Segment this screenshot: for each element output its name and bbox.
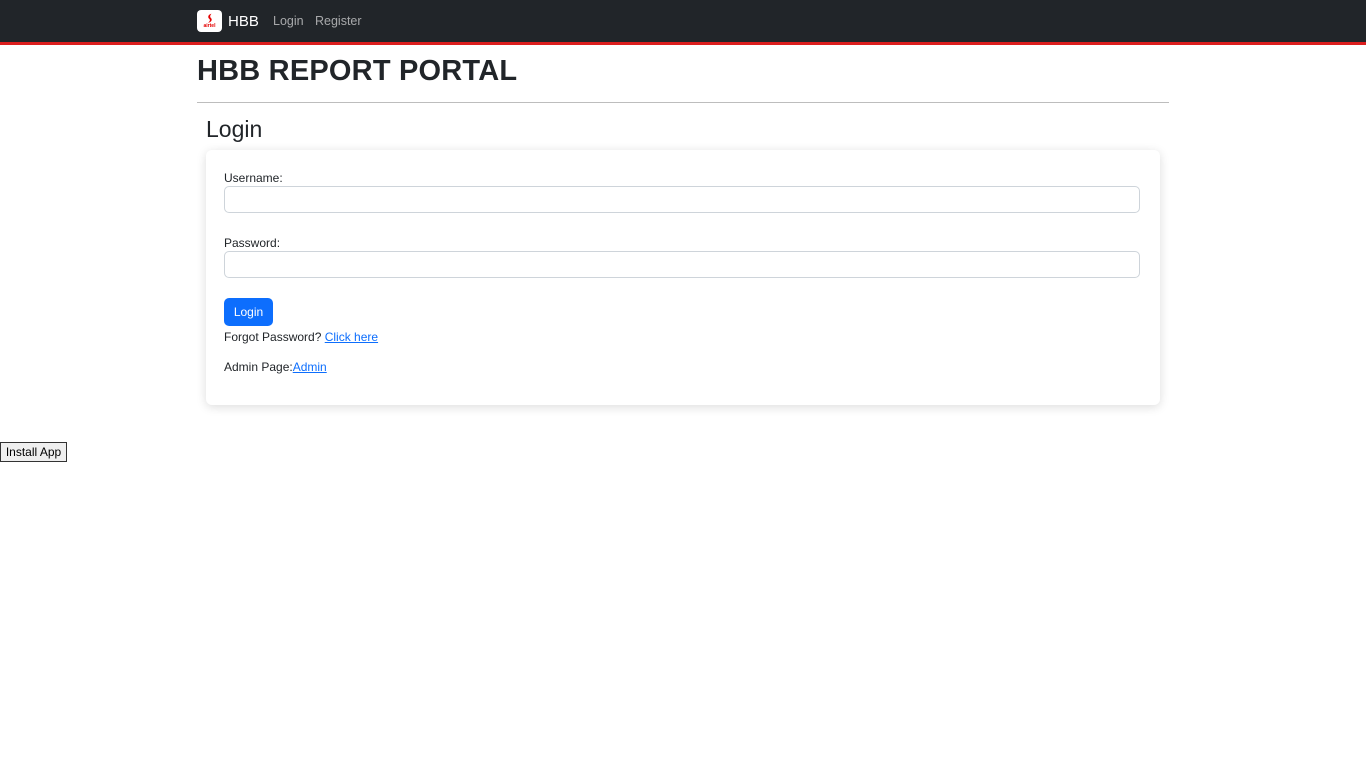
- top-navbar: airtel HBB Login Register: [0, 0, 1366, 45]
- nav-login-link[interactable]: Login: [273, 14, 304, 28]
- page-title: HBB REPORT PORTAL: [197, 55, 518, 87]
- username-input[interactable]: [224, 186, 1140, 213]
- admin-page-link[interactable]: Admin: [293, 360, 327, 374]
- admin-page-line: Admin Page:Admin: [224, 360, 327, 374]
- forgot-password-line: Forgot Password? Click here: [224, 330, 378, 344]
- brand-link[interactable]: airtel HBB: [197, 10, 259, 32]
- forgot-password-text: Forgot Password?: [224, 330, 325, 344]
- password-input[interactable]: [224, 251, 1140, 278]
- nav-register-link[interactable]: Register: [315, 14, 362, 28]
- login-heading: Login: [206, 116, 263, 142]
- title-divider: [197, 102, 1169, 103]
- forgot-password-link[interactable]: Click here: [325, 330, 378, 344]
- logo-wordmark: airtel: [203, 23, 216, 29]
- username-label: Username:: [224, 171, 283, 185]
- install-app-button[interactable]: Install App: [0, 442, 67, 462]
- password-label: Password:: [224, 236, 281, 250]
- brand-name: HBB: [228, 12, 259, 30]
- login-card: Username: Password: Login Forgot Passwor…: [206, 150, 1160, 405]
- airtel-logo-icon: airtel: [197, 10, 222, 32]
- login-button[interactable]: Login: [224, 298, 273, 326]
- admin-page-text: Admin Page:: [224, 360, 293, 374]
